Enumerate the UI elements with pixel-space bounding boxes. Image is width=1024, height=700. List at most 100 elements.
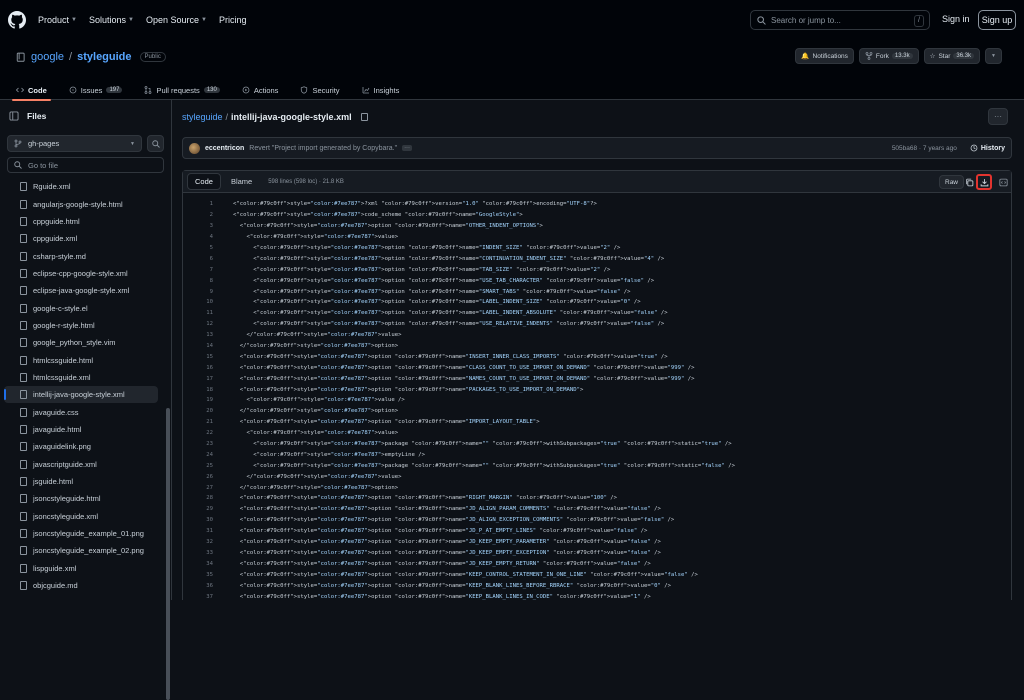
line-number[interactable]: 15 bbox=[183, 354, 213, 360]
file-tree-item[interactable]: jsoncstyleguide.xml bbox=[0, 508, 166, 525]
line-number[interactable]: 1 bbox=[183, 201, 213, 207]
file-tree-item[interactable]: jsguide.html bbox=[0, 473, 166, 490]
repo-name-link[interactable]: styleguide bbox=[77, 51, 131, 63]
tab-insights[interactable]: Insights bbox=[358, 80, 404, 100]
history-button[interactable]: History bbox=[970, 144, 1005, 152]
line-number[interactable]: 29 bbox=[183, 506, 213, 512]
line-number[interactable]: 25 bbox=[183, 463, 213, 469]
line-number[interactable]: 11 bbox=[183, 310, 213, 316]
line-number[interactable]: 36 bbox=[183, 583, 213, 589]
download-raw-button[interactable] bbox=[976, 174, 992, 190]
branch-selector[interactable]: gh-pages ▼ bbox=[7, 135, 142, 152]
search-files-button[interactable] bbox=[147, 135, 164, 152]
fork-button[interactable]: Fork 13.3k bbox=[858, 48, 919, 64]
tab-code[interactable]: Code bbox=[12, 80, 51, 101]
file-tree-item[interactable]: objcguide.md bbox=[0, 577, 166, 594]
file-tree-item[interactable]: google-c-style.el bbox=[0, 299, 166, 316]
file-tree-item[interactable]: jsoncstyleguide_example_02.png bbox=[0, 542, 166, 559]
line-number[interactable]: 22 bbox=[183, 430, 213, 436]
tab-actions[interactable]: Actions bbox=[238, 80, 283, 100]
file-tree-item[interactable]: javaguidelink.png bbox=[0, 438, 166, 455]
file-tree-item[interactable]: jsoncstyleguide.html bbox=[0, 490, 166, 507]
line-number[interactable]: 18 bbox=[183, 387, 213, 393]
commit-message[interactable]: Revert "Project import generated by Copy… bbox=[249, 145, 397, 152]
line-number[interactable]: 33 bbox=[183, 550, 213, 556]
commit-author[interactable]: eccentricon bbox=[205, 145, 244, 152]
line-number[interactable]: 21 bbox=[183, 419, 213, 425]
line-number[interactable]: 17 bbox=[183, 376, 213, 382]
file-tree-item[interactable]: javaguide.html bbox=[0, 421, 166, 438]
tab-security[interactable]: Security bbox=[296, 80, 343, 100]
line-number[interactable]: 12 bbox=[183, 321, 213, 327]
line-number[interactable]: 6 bbox=[183, 256, 213, 262]
symbols-panel-button[interactable] bbox=[995, 174, 1011, 190]
file-tree-item[interactable]: intellij-java-google-style.xml bbox=[4, 386, 158, 404]
file-tree-item[interactable]: eclipse-java-google-style.xml bbox=[0, 282, 166, 299]
copy-path-icon[interactable] bbox=[360, 113, 368, 121]
line-number[interactable]: 10 bbox=[183, 299, 213, 305]
file-tree-item[interactable]: eclipse-cpp-google-style.xml bbox=[0, 265, 166, 282]
sign-in-link[interactable]: Sign in bbox=[942, 14, 970, 24]
file-tree-item[interactable]: google-r-style.html bbox=[0, 317, 166, 334]
line-number[interactable]: 13 bbox=[183, 332, 213, 338]
line-number[interactable]: 3 bbox=[183, 223, 213, 229]
breadcrumb-root-link[interactable]: styleguide bbox=[182, 112, 223, 122]
commit-expand-button[interactable]: ··· bbox=[402, 145, 413, 151]
copy-raw-button[interactable] bbox=[961, 174, 977, 190]
line-number[interactable]: 7 bbox=[183, 267, 213, 273]
line-number[interactable]: 2 bbox=[183, 212, 213, 218]
line-number[interactable]: 5 bbox=[183, 245, 213, 251]
github-logo-icon[interactable] bbox=[8, 11, 26, 29]
tab-pull-requests[interactable]: Pull requests 130 bbox=[140, 80, 223, 100]
file-tree-item[interactable]: htmlcssguide.xml bbox=[0, 369, 166, 386]
file-tree-item[interactable]: Rguide.xml bbox=[0, 178, 166, 195]
file-tree-item[interactable]: javascriptguide.xml bbox=[0, 456, 166, 473]
file-tree-item[interactable]: htmlcssguide.html bbox=[0, 351, 166, 368]
collapse-sidebar-icon[interactable] bbox=[9, 111, 19, 121]
file-tree-item[interactable]: angularjs-google-style.html bbox=[0, 195, 166, 212]
tab-issues[interactable]: Issues 197 bbox=[65, 80, 127, 100]
repo-owner-link[interactable]: google bbox=[31, 51, 64, 63]
line-number[interactable]: 20 bbox=[183, 408, 213, 414]
line-number[interactable]: 4 bbox=[183, 234, 213, 240]
star-button[interactable]: ☆ Star 36.3k bbox=[923, 48, 981, 64]
file-tree-item[interactable]: cppguide.html bbox=[0, 213, 166, 230]
line-number[interactable]: 23 bbox=[183, 441, 213, 447]
blame-view-tab[interactable]: Blame bbox=[224, 174, 259, 189]
nav-open-source[interactable]: Open Source ▼ bbox=[146, 15, 207, 25]
file-tree-item[interactable]: lispguide.xml bbox=[0, 560, 166, 577]
file-tree-item[interactable]: csharp-style.md bbox=[0, 247, 166, 264]
avatar[interactable] bbox=[189, 142, 200, 154]
line-number[interactable]: 35 bbox=[183, 572, 213, 578]
nav-solutions[interactable]: Solutions ▼ bbox=[89, 15, 134, 25]
file-tree-item[interactable]: jsoncstyleguide_example_01.png bbox=[0, 525, 166, 542]
line-number[interactable]: 24 bbox=[183, 452, 213, 458]
line-number[interactable]: 26 bbox=[183, 474, 213, 480]
file-tree-item[interactable]: google_python_style.vim bbox=[0, 334, 166, 351]
star-dropdown-button[interactable]: ▼ bbox=[985, 48, 1002, 64]
more-options-button[interactable]: ··· bbox=[988, 108, 1008, 125]
line-number[interactable]: 14 bbox=[183, 343, 213, 349]
line-number[interactable]: 9 bbox=[183, 289, 213, 295]
nav-product[interactable]: Product ▼ bbox=[38, 15, 77, 25]
sign-up-button[interactable]: Sign up bbox=[978, 10, 1016, 30]
line-number[interactable]: 32 bbox=[183, 539, 213, 545]
line-number[interactable]: 28 bbox=[183, 495, 213, 501]
notifications-button[interactable]: 🔔 Notifications bbox=[795, 48, 854, 64]
nav-pricing[interactable]: Pricing bbox=[219, 15, 247, 25]
file-tree-item[interactable]: javaguide.css bbox=[0, 403, 166, 420]
file-tree-item[interactable]: cppguide.xml bbox=[0, 230, 166, 247]
line-number[interactable]: 16 bbox=[183, 365, 213, 371]
commit-meta[interactable]: 505ba68 · 7 years ago bbox=[892, 145, 957, 152]
line-number[interactable]: 30 bbox=[183, 517, 213, 523]
line-number[interactable]: 37 bbox=[183, 594, 213, 600]
line-number[interactable]: 31 bbox=[183, 528, 213, 534]
line-number[interactable]: 27 bbox=[183, 485, 213, 491]
search-input[interactable]: Search or jump to... / bbox=[750, 10, 930, 30]
sidebar-scrollbar[interactable] bbox=[166, 408, 170, 700]
go-to-file-input[interactable]: Go to file bbox=[7, 157, 164, 173]
line-number[interactable]: 19 bbox=[183, 397, 213, 403]
line-number[interactable]: 8 bbox=[183, 278, 213, 284]
line-number[interactable]: 34 bbox=[183, 561, 213, 567]
code-view-tab[interactable]: Code bbox=[187, 173, 221, 190]
